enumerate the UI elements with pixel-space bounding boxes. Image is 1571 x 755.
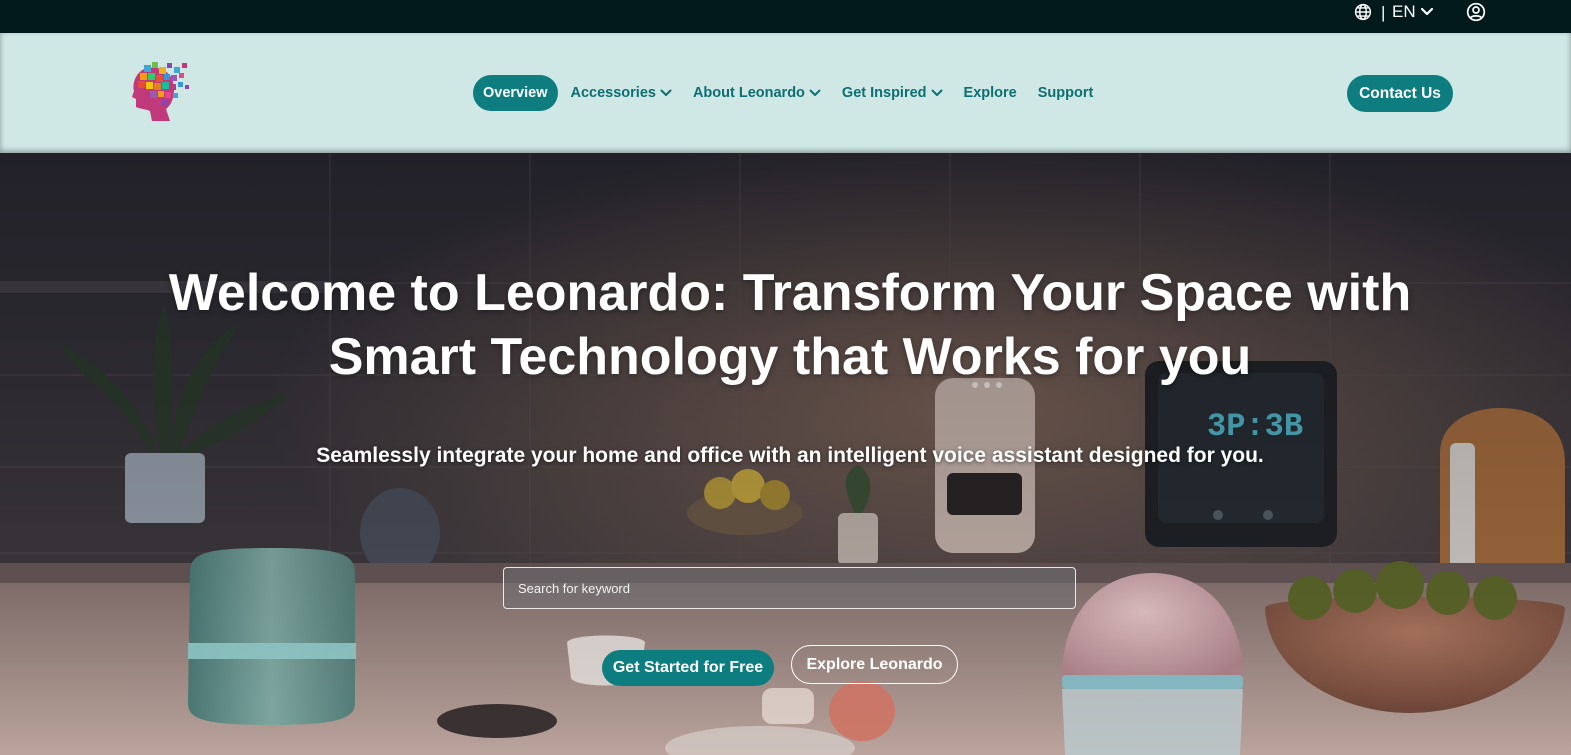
hero-section: 3P:3B Welcome to Leon [0,153,1571,755]
nav-explore[interactable]: Explore [964,75,1017,111]
chevron-down-icon [931,89,943,97]
chevron-down-icon [660,89,672,97]
nav-label: Get Inspired [841,85,927,101]
hero-title-line-1: Welcome to Leonardo: Transform Your Spac… [168,264,1412,322]
user-circle-icon[interactable] [1466,2,1486,22]
nav-label: Support [1037,85,1094,101]
language-selector[interactable]: EN [1392,2,1434,22]
hero-title: Welcome to Leonardo: Transform Your Spac… [100,261,1480,389]
nav-label: Explore [963,85,1017,101]
nav-label: About Leonardo [692,85,805,101]
site-header: Overview Accessories About Leonardo Get … [0,33,1571,153]
search-input[interactable] [503,567,1076,609]
hero-title-line-2: Smart Technology that Works for you [328,328,1252,386]
nav-label: Overview [483,85,548,101]
language-code: EN [1392,2,1416,21]
explore-leonardo-button[interactable]: Explore Leonardo [791,645,958,684]
hero-subtitle: Seamlessly integrate your home and offic… [316,444,1264,467]
nav-overview[interactable]: Overview [473,75,558,111]
chevron-down-icon [1420,7,1434,17]
nav-get-inspired[interactable]: Get Inspired [842,75,943,111]
nav-label: Accessories [570,85,656,101]
globe-icon[interactable] [1353,2,1373,22]
pixel-head-logo[interactable] [130,59,192,125]
get-started-button[interactable]: Get Started for Free [602,650,774,686]
utility-bar: | EN [0,0,1571,33]
nav-about-leonardo[interactable]: About Leonardo [693,75,821,111]
contact-us-button[interactable]: Contact Us [1347,75,1453,112]
nav-support[interactable]: Support [1038,75,1094,111]
language-separator: | [1381,3,1386,22]
chevron-down-icon [809,89,821,97]
main-nav: Overview Accessories About Leonardo Get … [473,75,1114,111]
nav-accessories[interactable]: Accessories [571,75,672,111]
